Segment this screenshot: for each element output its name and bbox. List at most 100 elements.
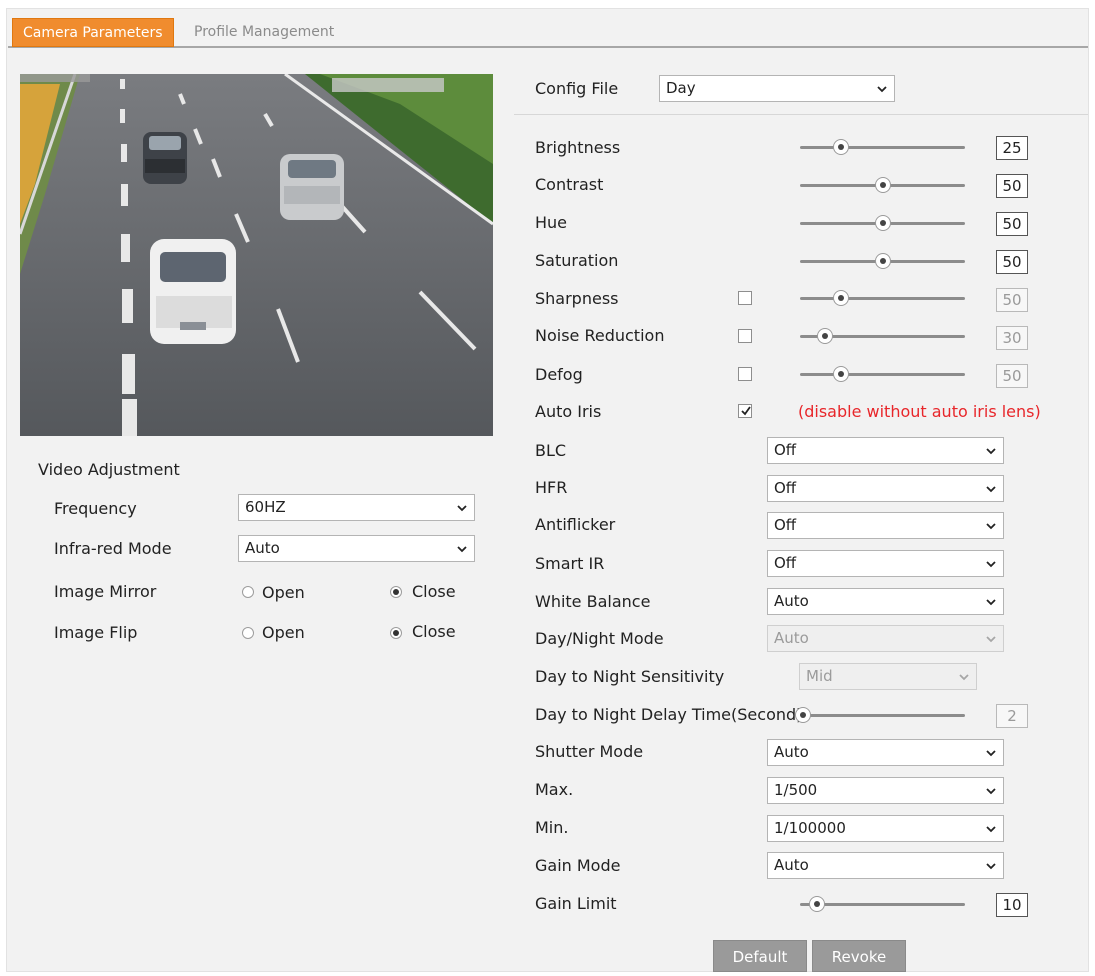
slider-thumb[interactable] <box>874 177 891 193</box>
chevron-down-icon <box>986 863 996 870</box>
image-flip-close-label: Close <box>412 622 456 641</box>
gain-mode-select[interactable]: Auto <box>767 852 1004 879</box>
image-mirror-open-radio[interactable] <box>242 586 254 598</box>
default-button[interactable]: Default <box>713 940 807 972</box>
auto-iris-label: Auto Iris <box>535 402 602 421</box>
video-preview <box>20 74 493 436</box>
revoke-button[interactable]: Revoke <box>812 940 906 972</box>
tab-camera-parameters[interactable]: Camera Parameters <box>12 18 174 47</box>
frequency-value: 60HZ <box>245 498 286 516</box>
min-value: 1/100000 <box>774 819 846 837</box>
defog-slider[interactable] <box>800 366 965 382</box>
noise-reduction-checkbox[interactable] <box>738 329 752 343</box>
smart-ir-select[interactable]: Off <box>767 550 1004 577</box>
gain-mode-value: Auto <box>774 856 809 874</box>
slider-thumb[interactable] <box>808 896 825 912</box>
image-flip-label: Image Flip <box>54 623 138 642</box>
chevron-down-icon <box>986 599 996 606</box>
slider-thumb[interactable] <box>874 253 891 269</box>
antiflicker-value: Off <box>774 516 797 534</box>
chevron-down-icon <box>986 636 996 643</box>
frequency-select[interactable]: 60HZ <box>238 494 475 521</box>
smart-ir-label: Smart IR <box>535 554 605 573</box>
smart-ir-value: Off <box>774 554 797 572</box>
sharpness-slider[interactable] <box>800 290 965 306</box>
chevron-down-icon <box>457 505 467 512</box>
antiflicker-label: Antiflicker <box>535 515 616 534</box>
saturation-label: Saturation <box>535 251 619 270</box>
saturation-slider[interactable] <box>800 253 965 269</box>
chevron-down-icon <box>986 826 996 833</box>
chevron-down-icon <box>986 561 996 568</box>
chevron-down-icon <box>457 546 467 553</box>
slider-thumb[interactable] <box>833 139 850 155</box>
contrast-value[interactable]: 50 <box>996 174 1028 198</box>
noise-reduction-label: Noise Reduction <box>535 326 665 345</box>
slider-thumb[interactable] <box>874 215 891 231</box>
day-night-mode-select[interactable]: Auto <box>767 625 1004 652</box>
slider-thumb[interactable] <box>794 707 811 723</box>
chevron-down-icon <box>986 448 996 455</box>
max-value: 1/500 <box>774 781 818 799</box>
brightness-value[interactable]: 25 <box>996 136 1028 160</box>
shutter-mode-value: Auto <box>774 743 809 761</box>
gain-limit-value[interactable]: 10 <box>996 893 1028 917</box>
image-mirror-close-label: Close <box>412 582 456 601</box>
max-label: Max. <box>535 780 574 799</box>
infrared-mode-value: Auto <box>245 539 280 557</box>
defog-checkbox[interactable] <box>738 367 752 381</box>
hue-label: Hue <box>535 213 568 232</box>
noise-reduction-slider[interactable] <box>800 328 965 344</box>
auto-iris-checkbox[interactable] <box>738 404 752 418</box>
hfr-select[interactable]: Off <box>767 475 1004 502</box>
white-balance-label: White Balance <box>535 592 651 611</box>
sharpness-value[interactable]: 50 <box>996 288 1028 312</box>
slider-thumb[interactable] <box>833 290 850 306</box>
saturation-value[interactable]: 50 <box>996 250 1028 274</box>
slider-thumb[interactable] <box>816 328 833 344</box>
shutter-mode-select[interactable]: Auto <box>767 739 1004 766</box>
hfr-label: HFR <box>535 478 568 497</box>
chevron-down-icon <box>986 523 996 530</box>
day-night-sensitivity-select[interactable]: Mid <box>799 663 977 690</box>
day-night-delay-slider[interactable] <box>794 707 965 723</box>
defog-label: Defog <box>535 365 583 384</box>
antiflicker-select[interactable]: Off <box>767 512 1004 539</box>
brightness-label: Brightness <box>535 138 621 157</box>
white-balance-value: Auto <box>774 592 809 610</box>
contrast-label: Contrast <box>535 175 604 194</box>
slider-thumb[interactable] <box>833 366 850 382</box>
divider <box>514 114 1088 115</box>
day-night-mode-value: Auto <box>774 629 809 647</box>
white-balance-select[interactable]: Auto <box>767 588 1004 615</box>
day-night-delay-value[interactable]: 2 <box>996 704 1028 728</box>
tab-bar: Camera Parameters Profile Management <box>8 12 1088 48</box>
blc-value: Off <box>774 441 797 459</box>
max-select[interactable]: 1/500 <box>767 777 1004 804</box>
noise-reduction-value[interactable]: 30 <box>996 326 1028 350</box>
image-flip-open-radio[interactable] <box>242 627 254 639</box>
contrast-slider[interactable] <box>800 177 965 193</box>
min-label: Min. <box>535 818 569 837</box>
chevron-down-icon <box>986 788 996 795</box>
defog-value[interactable]: 50 <box>996 364 1028 388</box>
min-select[interactable]: 1/100000 <box>767 815 1004 842</box>
infrared-mode-select[interactable]: Auto <box>238 535 475 562</box>
gain-limit-slider[interactable] <box>800 896 965 912</box>
checkmark-icon <box>741 406 751 416</box>
gain-limit-label: Gain Limit <box>535 894 617 913</box>
image-mirror-close-radio[interactable] <box>390 586 402 598</box>
tab-profile-management[interactable]: Profile Management <box>184 18 344 47</box>
hue-value[interactable]: 50 <box>996 212 1028 236</box>
blc-select[interactable]: Off <box>767 437 1004 464</box>
auto-iris-warning: (disable without auto iris lens) <box>798 402 1041 421</box>
gain-mode-label: Gain Mode <box>535 856 621 875</box>
image-flip-close-radio[interactable] <box>390 627 402 639</box>
chevron-down-icon <box>986 486 996 493</box>
blc-label: BLC <box>535 441 567 460</box>
hue-slider[interactable] <box>800 215 965 231</box>
brightness-slider[interactable] <box>800 139 965 155</box>
config-file-select[interactable]: Day <box>659 75 895 102</box>
sharpness-checkbox[interactable] <box>738 291 752 305</box>
infrared-mode-label: Infra-red Mode <box>54 539 172 558</box>
